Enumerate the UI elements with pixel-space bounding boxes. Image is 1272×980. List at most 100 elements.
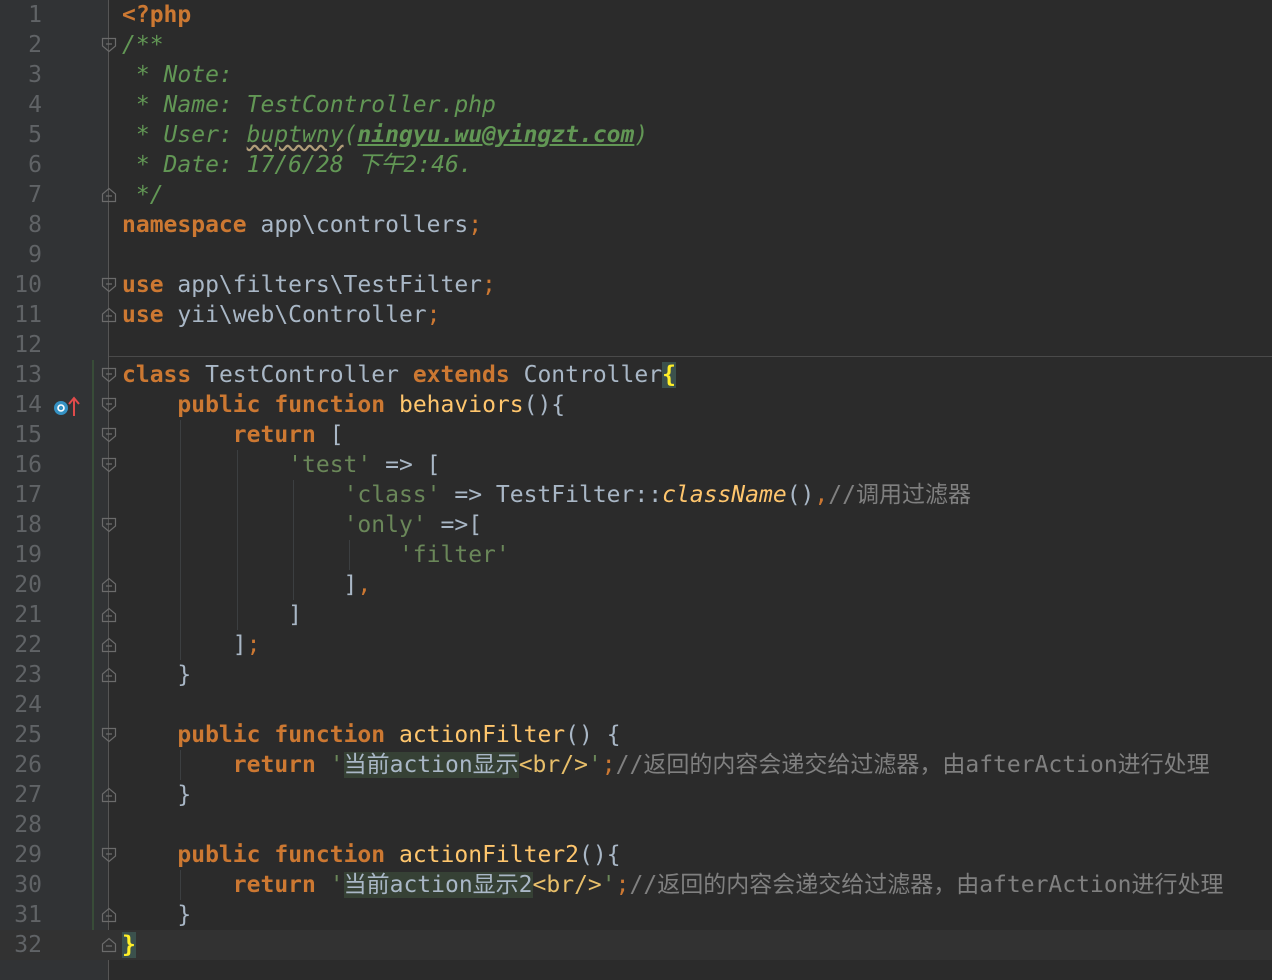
code-line[interactable]: 15 return [ xyxy=(0,420,1272,450)
code-text: namespace app\controllers; xyxy=(122,210,482,240)
code-token: class xyxy=(122,362,192,388)
code-line[interactable]: 17 'class' => TestFilter::className(),//… xyxy=(0,480,1272,510)
fold-close-icon[interactable] xyxy=(101,937,117,953)
code-token: actionFilter2 xyxy=(398,842,579,868)
fold-open-icon[interactable] xyxy=(101,517,117,533)
code-text: <?php xyxy=(122,0,191,30)
code-line[interactable]: 5 * User: buptwny(ningyu.wu@yingzt.com) xyxy=(0,120,1272,150)
line-number: 11 xyxy=(14,302,42,328)
code-token: yii\web\Controller xyxy=(163,302,427,328)
code-text: } xyxy=(122,900,191,930)
line-number: 9 xyxy=(28,242,42,268)
line-number: 15 xyxy=(14,422,42,448)
fold-open-icon[interactable] xyxy=(101,367,117,383)
code-token: * Name: TestController.php xyxy=(122,92,496,118)
code-line[interactable]: 12 xyxy=(0,330,1272,360)
code-line[interactable]: 8 namespace app\controllers; xyxy=(0,210,1272,240)
fold-open-icon[interactable] xyxy=(101,727,117,743)
fold-open-icon[interactable] xyxy=(101,457,117,473)
code-token: */ xyxy=(122,182,164,208)
fold-close-icon[interactable] xyxy=(101,577,117,593)
code-line[interactable]: 9 xyxy=(0,240,1272,270)
line-number: 25 xyxy=(14,722,42,748)
code-token: use xyxy=(122,272,164,298)
code-text: } xyxy=(122,930,136,960)
fold-close-icon[interactable] xyxy=(101,907,117,923)
code-token: ningyu.wu@yingzt.com xyxy=(357,122,635,148)
code-editor[interactable]: 1 <?php 2/** 3 * Note: 4 * Name: TestControl… xyxy=(0,0,1272,980)
code-text: } xyxy=(122,780,191,810)
code-line[interactable]: 6 * Date: 17/6/28 下午2:46. xyxy=(0,150,1272,180)
code-line[interactable]: 23 } xyxy=(0,660,1272,690)
code-line[interactable]: 31 } xyxy=(0,900,1272,930)
code-line[interactable]: 27 } xyxy=(0,780,1272,810)
code-token: 'class' xyxy=(343,482,441,508)
fold-close-icon[interactable] xyxy=(101,187,117,203)
code-line[interactable]: 16 'test' => [ xyxy=(0,450,1272,480)
fold-open-icon[interactable] xyxy=(101,427,117,443)
fold-close-icon[interactable] xyxy=(101,787,117,803)
code-text: use app\filters\TestFilter; xyxy=(122,270,496,300)
code-line[interactable]: 10 use app\filters\TestFilter; xyxy=(0,270,1272,300)
line-number: 12 xyxy=(14,332,42,358)
code-line[interactable]: 32} xyxy=(0,930,1272,960)
code-line[interactable]: 20 ], xyxy=(0,570,1272,600)
code-token: behaviors xyxy=(398,392,524,418)
code-token: ; xyxy=(601,752,616,778)
code-text: 'only' =>[ xyxy=(122,510,482,540)
fold-close-icon[interactable] xyxy=(101,637,117,653)
code-token: ' xyxy=(601,872,616,898)
code-line[interactable]: 2 /** xyxy=(0,30,1272,60)
code-token: function xyxy=(274,722,386,748)
fold-open-icon[interactable] xyxy=(101,37,117,53)
fold-close-icon[interactable] xyxy=(101,607,117,623)
code-text: ] xyxy=(122,600,302,630)
line-number: 2 xyxy=(28,32,42,58)
code-line[interactable]: 24 xyxy=(0,690,1272,720)
code-token: className xyxy=(662,482,787,508)
fold-open-icon[interactable] xyxy=(101,397,117,413)
code-token: //返回的内容会递交给过滤器，由afterAction进行处理 xyxy=(615,752,1210,778)
line-number: 28 xyxy=(14,812,42,838)
code-line[interactable]: 29 public function actionFilter2(){ xyxy=(0,840,1272,870)
code-text: * User: buptwny(ningyu.wu@yingzt.com) xyxy=(122,120,648,150)
code-line[interactable]: 18 'only' =>[ xyxy=(0,510,1272,540)
code-line[interactable]: 25 public function actionFilter() { xyxy=(0,720,1272,750)
indent-guide xyxy=(349,540,350,570)
code-token: <br/> xyxy=(518,752,588,778)
code-line[interactable]: 4 * Name: TestController.php xyxy=(0,90,1272,120)
code-token: public xyxy=(177,392,261,418)
code-line[interactable]: 19 'filter' xyxy=(0,540,1272,570)
code-line[interactable]: 21 ] xyxy=(0,600,1272,630)
code-line[interactable]: 14 public function behaviors(){ xyxy=(0,390,1272,420)
code-line[interactable]: 28 xyxy=(0,810,1272,840)
code-line[interactable]: 3 * Note: xyxy=(0,60,1272,90)
code-line[interactable]: 7 */ xyxy=(0,180,1272,210)
fold-open-icon[interactable] xyxy=(101,847,117,863)
code-token: } xyxy=(122,932,136,958)
code-text: * Note: xyxy=(122,60,233,90)
code-line[interactable]: 22 ]; xyxy=(0,630,1272,660)
code-token: use xyxy=(122,302,164,328)
fold-close-icon[interactable] xyxy=(101,307,117,323)
method-override-icon[interactable] xyxy=(52,395,84,417)
code-line[interactable]: 11 use yii\web\Controller; xyxy=(0,300,1272,330)
line-number: 30 xyxy=(14,872,42,898)
code-token: ; xyxy=(426,302,441,328)
code-token: namespace xyxy=(122,212,247,238)
fold-close-icon[interactable] xyxy=(101,667,117,683)
fold-open-icon[interactable] xyxy=(101,277,117,293)
code-line[interactable]: 13 class TestController extends Controlle… xyxy=(0,360,1272,390)
code-line[interactable]: 26 return '当前action显示<br/>';//返回的内容会递交给过… xyxy=(0,750,1272,780)
indent-guide xyxy=(237,450,238,630)
code-line[interactable]: 1 <?php xyxy=(0,0,1272,30)
code-token: ; xyxy=(468,212,483,238)
code-line[interactable]: 30 return '当前action显示2<br/>';//返回的内容会递交给… xyxy=(0,870,1272,900)
code-token: buptwny xyxy=(246,122,344,148)
line-number: 16 xyxy=(14,452,42,478)
code-text: use yii\web\Controller; xyxy=(122,300,441,330)
